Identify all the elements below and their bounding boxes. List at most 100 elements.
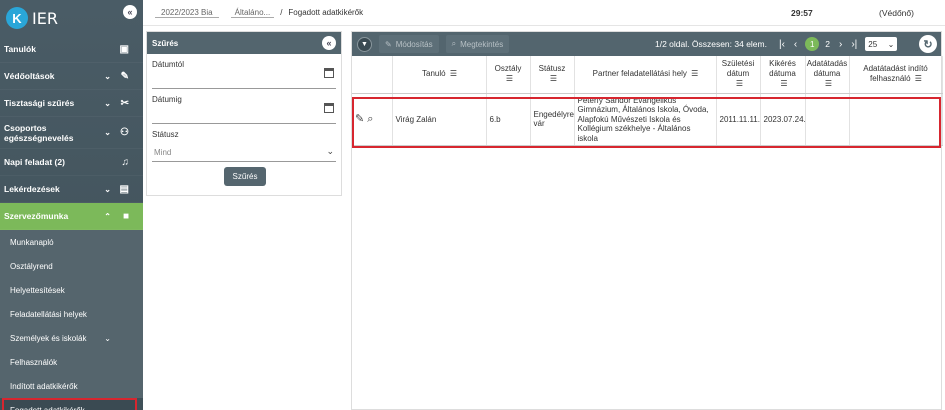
sidebar: K IER « Tanulók ▣ Védőoltások ⌄ ✎ Tiszta… <box>0 0 143 410</box>
cell-transfer-date <box>805 93 850 146</box>
column-header-szuletesi-datum[interactable]: Születési dátum ☰ <box>716 56 761 94</box>
cell-status: Engedélyre vár <box>530 93 575 146</box>
sort-icon[interactable]: ☰ <box>691 69 698 79</box>
collapse-sidebar-icon[interactable]: « <box>123 5 137 19</box>
cell-class: 6.b <box>486 93 531 146</box>
search-icon[interactable]: ⌕ <box>367 113 373 125</box>
edit-button[interactable]: ✎ Módosítás <box>379 35 439 53</box>
sidebar-item-vedooltasok[interactable]: Védőoltások ⌄ ✎ <box>0 63 143 90</box>
sidebar-item-lekerdezesek[interactable]: Lekérdezések ⌄ ▤ <box>0 176 143 203</box>
filter-toggle-icon[interactable]: ▼ <box>357 36 372 52</box>
calendar-icon[interactable] <box>324 103 334 113</box>
column-header-label: Tanuló <box>422 69 446 79</box>
group-add-icon: ⚇ <box>120 126 129 138</box>
filter-submit-button[interactable]: Szűrés <box>224 167 266 186</box>
chevron-down-icon: ⌄ <box>887 39 895 49</box>
breadcrumb: Fogadott adatkikérők <box>288 8 364 17</box>
table-row[interactable]: ✎ ⌕ Virág Zalán 6.b Engedélyre vár Péter… <box>352 93 943 146</box>
cell-request-date: 2023.07.24. <box>760 93 806 146</box>
column-header-kikeres-datuma[interactable]: Kikérés dátuma ☰ <box>760 56 806 94</box>
view-button-label: Megtekintés <box>460 39 504 49</box>
sort-icon[interactable]: ☰ <box>736 79 743 89</box>
sidebar-subitem-fogadott-adatkikerok[interactable]: Fogadott adatkikérők <box>2 398 137 410</box>
date-from-label: Dátumtól <box>152 60 185 69</box>
pencil-icon[interactable]: ✎ <box>355 113 364 125</box>
column-header-label: Partner feladatellátási hely <box>592 69 687 79</box>
sidebar-item-tisztasagi-szures[interactable]: Tisztasági szűrés ⌄ ✂ <box>0 90 143 117</box>
page-1-button[interactable]: 1 <box>805 37 820 51</box>
column-header-label: Státusz <box>538 64 566 74</box>
sort-icon[interactable]: ☰ <box>550 74 557 84</box>
page-size-select[interactable]: 25 ⌄ <box>865 37 898 51</box>
filter-header: Szűrés « <box>147 32 341 54</box>
status-select[interactable]: Státusz Mind ⌄ <box>152 124 336 162</box>
sidebar-subitem-inditott-adatkikerok[interactable]: Indított adatkikérők <box>0 374 143 398</box>
column-header-label: Kikérés dátuma <box>769 59 796 79</box>
syringe-icon: ✎ <box>120 70 129 82</box>
breadcrumb-separator: / <box>280 8 283 17</box>
refresh-icon[interactable]: ↻ <box>919 35 937 53</box>
school-select[interactable]: Általáno... <box>230 8 275 18</box>
column-header-partner[interactable]: Partner feladatellátási hely ☰ <box>574 56 717 94</box>
sidebar-item-label: Csoportos egészségnevelés <box>4 122 74 143</box>
sidebar-item-csoportos-egeszsegneveles[interactable]: Csoportos egészségnevelés ⌄ ⚇ <box>0 117 143 149</box>
prev-page-icon[interactable]: ‹ <box>794 39 797 50</box>
clipboard-icon: ▤ <box>119 183 129 195</box>
next-page-icon[interactable]: › <box>839 39 842 50</box>
date-from-field[interactable]: Dátumtól <box>152 54 336 89</box>
status-value: Mind <box>154 148 172 157</box>
sidebar-item-tanulok[interactable]: Tanulók ▣ <box>0 36 143 63</box>
cell-initiator <box>849 93 943 146</box>
column-header-adatatadas-datuma[interactable]: Adatátadás dátuma ☰ <box>805 56 850 94</box>
column-header-tanulo[interactable]: Tanuló ☰ <box>392 56 487 94</box>
bell-icon: ♫ <box>121 156 130 168</box>
sort-icon[interactable]: ☰ <box>506 74 513 84</box>
view-button[interactable]: ⌕ Megtekintés <box>445 35 510 53</box>
cell-partner: Péterfy Sándor Evangélikus Gimnázium, Ál… <box>574 93 717 146</box>
sidebar-item-napi-feladat[interactable]: Napi feladat (2) ♫ <box>0 149 143 176</box>
status-label: Státusz <box>152 130 179 139</box>
chevron-down-icon: ⌄ <box>104 184 111 194</box>
sort-icon[interactable]: ☰ <box>780 79 787 89</box>
requests-table: Tanuló ☰ Osztály ☰ Státusz ☰ Partner felad… <box>352 56 943 146</box>
column-header-statusz[interactable]: Státusz ☰ <box>530 56 575 94</box>
brand: K IER « <box>0 0 143 36</box>
sidebar-subitem-felhasznalok[interactable]: Felhasználók <box>0 350 143 374</box>
chevron-down-icon: ⌄ <box>104 127 111 137</box>
logo-text: IER <box>32 8 58 28</box>
id-card-icon: ▣ <box>119 43 129 55</box>
date-to-label: Dátumig <box>152 95 182 104</box>
sort-icon[interactable]: ☰ <box>450 69 457 79</box>
school-year-select[interactable]: 2022/2023 Bia <box>155 8 219 18</box>
column-header-osztaly[interactable]: Osztály ☰ <box>486 56 531 94</box>
data-grid: ▼ ✎ Módosítás ⌕ Megtekintés 1/2 oldal. Ö… <box>351 31 943 410</box>
sidebar-subitem-label: Személyek és iskolák <box>10 333 87 343</box>
chevron-down-icon: ⌄ <box>104 333 111 343</box>
pager: 1/2 oldal. Összesen: 34 elem. |‹ ‹ 1 2 ›… <box>655 32 898 56</box>
first-page-icon[interactable]: |‹ <box>779 39 785 50</box>
chevron-down-icon: ⌄ <box>104 98 111 108</box>
user-role[interactable]: (Védőnő) <box>879 8 914 18</box>
page-2-button[interactable]: 2 <box>825 39 830 49</box>
search-icon: ⌕ <box>451 39 457 48</box>
briefcase-icon: ■ <box>122 210 129 222</box>
sort-icon[interactable]: ☰ <box>915 74 922 84</box>
column-header-inditó-felhasznalo[interactable]: Adatátadást indító felhasználó ☰ <box>849 56 943 94</box>
logo-icon: K <box>6 7 28 29</box>
last-page-icon[interactable]: ›| <box>851 39 857 50</box>
sidebar-item-szervezomunka[interactable]: Szervezőmunka ⌃ ■ <box>0 203 143 230</box>
sort-icon[interactable]: ☰ <box>825 79 832 89</box>
grid-toolbar: ▼ ✎ Módosítás ⌕ Megtekintés 1/2 oldal. Ö… <box>352 32 941 56</box>
sidebar-subitem-helyettesitesek[interactable]: Helyettesítések <box>0 278 143 302</box>
chevron-down-icon: ⌄ <box>104 71 111 81</box>
sidebar-subitem-feladatellatasi-helyek[interactable]: Feladatellátási helyek <box>0 302 143 326</box>
sidebar-subitem-szemelyek-es-iskolak[interactable]: Személyek és iskolák ⌄ <box>0 326 143 350</box>
cell-student: Virág Zalán <box>392 93 487 146</box>
date-to-field[interactable]: Dátumig <box>152 89 336 124</box>
pencil-icon: ✎ <box>385 39 392 49</box>
calendar-icon[interactable] <box>324 68 334 78</box>
collapse-filter-icon[interactable]: « <box>322 36 336 50</box>
sidebar-subitem-munkanaplo[interactable]: Munkanapló <box>0 230 143 254</box>
sidebar-item-label: Napi feladat (2) <box>4 157 65 167</box>
sidebar-subitem-osztalyrend[interactable]: Osztályrend <box>0 254 143 278</box>
